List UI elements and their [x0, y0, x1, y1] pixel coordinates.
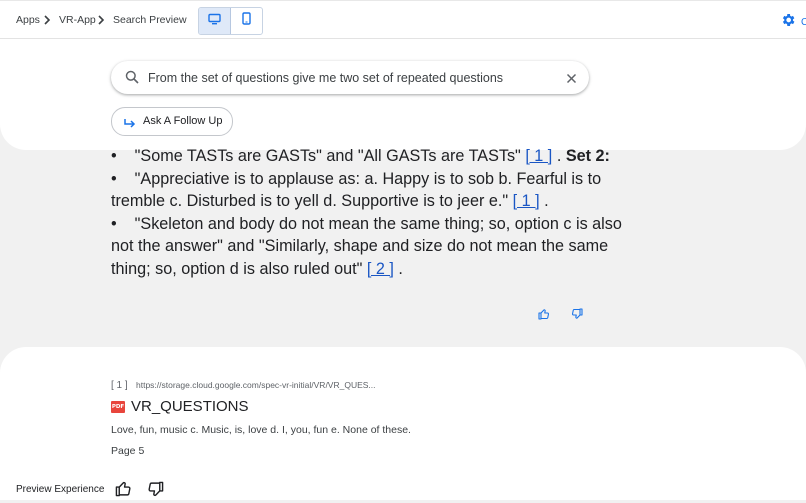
- ask-follow-up-label: Ask A Follow Up: [143, 115, 223, 127]
- answer-period: .: [556, 147, 562, 165]
- answer-quote: tremble c. Disturbed is to yell d. Suppo…: [111, 192, 509, 211]
- answer-line: • "Skeleton and body do not mean the sam…: [111, 213, 622, 236]
- search-icon: [125, 70, 139, 89]
- reply-arrow-icon: [123, 116, 136, 134]
- device-toggle: [198, 7, 263, 35]
- source-index: [ 1 ]: [111, 380, 128, 391]
- source-url[interactable]: https://storage.cloud.google.com/spec-vr…: [136, 380, 376, 390]
- citation-link[interactable]: [ 1 ]: [525, 147, 552, 165]
- settings-label: C: [801, 17, 806, 28]
- source-snippet: Love, fun, music c. Music, is, love d. I…: [111, 424, 411, 436]
- answer-line: • "Some TASTs are GASTs" and "All GASTs …: [111, 145, 610, 168]
- citation-link[interactable]: [ 2 ]: [367, 260, 394, 278]
- bullet: •: [111, 147, 117, 165]
- search-box[interactable]: From the set of questions give me two se…: [111, 61, 589, 94]
- answer-quote: "Skeleton and body do not mean the same …: [134, 214, 622, 233]
- thumbs-down-icon[interactable]: [571, 307, 583, 325]
- breadcrumb-search-preview: Search Preview: [113, 14, 187, 26]
- answer-period: .: [398, 259, 403, 278]
- answer-line: thing; so, option d is also ruled out" […: [111, 258, 591, 281]
- mobile-view-button[interactable]: [231, 8, 262, 34]
- answer-quote: "Appreciative is to applause as: a. Happ…: [134, 169, 602, 188]
- answer-quote: "Some TASTs are GASTs" and "All GASTs ar…: [134, 147, 521, 165]
- answer-period: .: [544, 192, 549, 211]
- answer-quote: not the answer" and "Similarly, shape an…: [111, 237, 609, 256]
- top-divider: [0, 0, 806, 1]
- thumbs-up-icon[interactable]: [538, 307, 550, 325]
- chevron-right-icon: [43, 15, 51, 25]
- top-bar: Apps VR-App Search Preview C: [0, 0, 806, 39]
- gear-icon: [780, 12, 796, 33]
- thumbs-up-icon[interactable]: [115, 480, 132, 502]
- citation-link[interactable]: [ 1 ]: [513, 192, 540, 210]
- answer-set-heading: Set 2:: [565, 147, 610, 165]
- close-icon[interactable]: [566, 71, 577, 89]
- source-title[interactable]: VR_QUESTIONS: [131, 398, 249, 415]
- answer-line: • "Appreciative is to applause as: a. Ha…: [111, 168, 601, 191]
- desktop-icon: [208, 12, 221, 30]
- desktop-view-button[interactable]: [199, 8, 231, 34]
- pdf-icon: PDF: [111, 401, 125, 413]
- bullet: •: [111, 214, 117, 233]
- search-input[interactable]: From the set of questions give me two se…: [148, 71, 503, 85]
- bullet: •: [111, 169, 117, 188]
- settings-button[interactable]: C: [780, 12, 806, 33]
- source-page: Page 5: [111, 445, 145, 457]
- answer-text: • "Some TASTs are GASTs" and "All GASTs …: [111, 145, 622, 281]
- answer-line: tremble c. Disturbed is to yell d. Suppo…: [111, 190, 591, 213]
- breadcrumb-apps[interactable]: Apps: [16, 14, 40, 26]
- mobile-icon: [242, 12, 251, 30]
- breadcrumb-vr-app[interactable]: VR-App: [59, 14, 96, 26]
- ask-follow-up-button[interactable]: Ask A Follow Up: [111, 107, 233, 136]
- chevron-right-icon: [97, 15, 105, 25]
- answer-line: not the answer" and "Similarly, shape an…: [111, 235, 608, 258]
- answer-quote: thing; so, option d is also ruled out": [111, 259, 363, 278]
- preview-experience-label: Preview Experience: [16, 484, 105, 495]
